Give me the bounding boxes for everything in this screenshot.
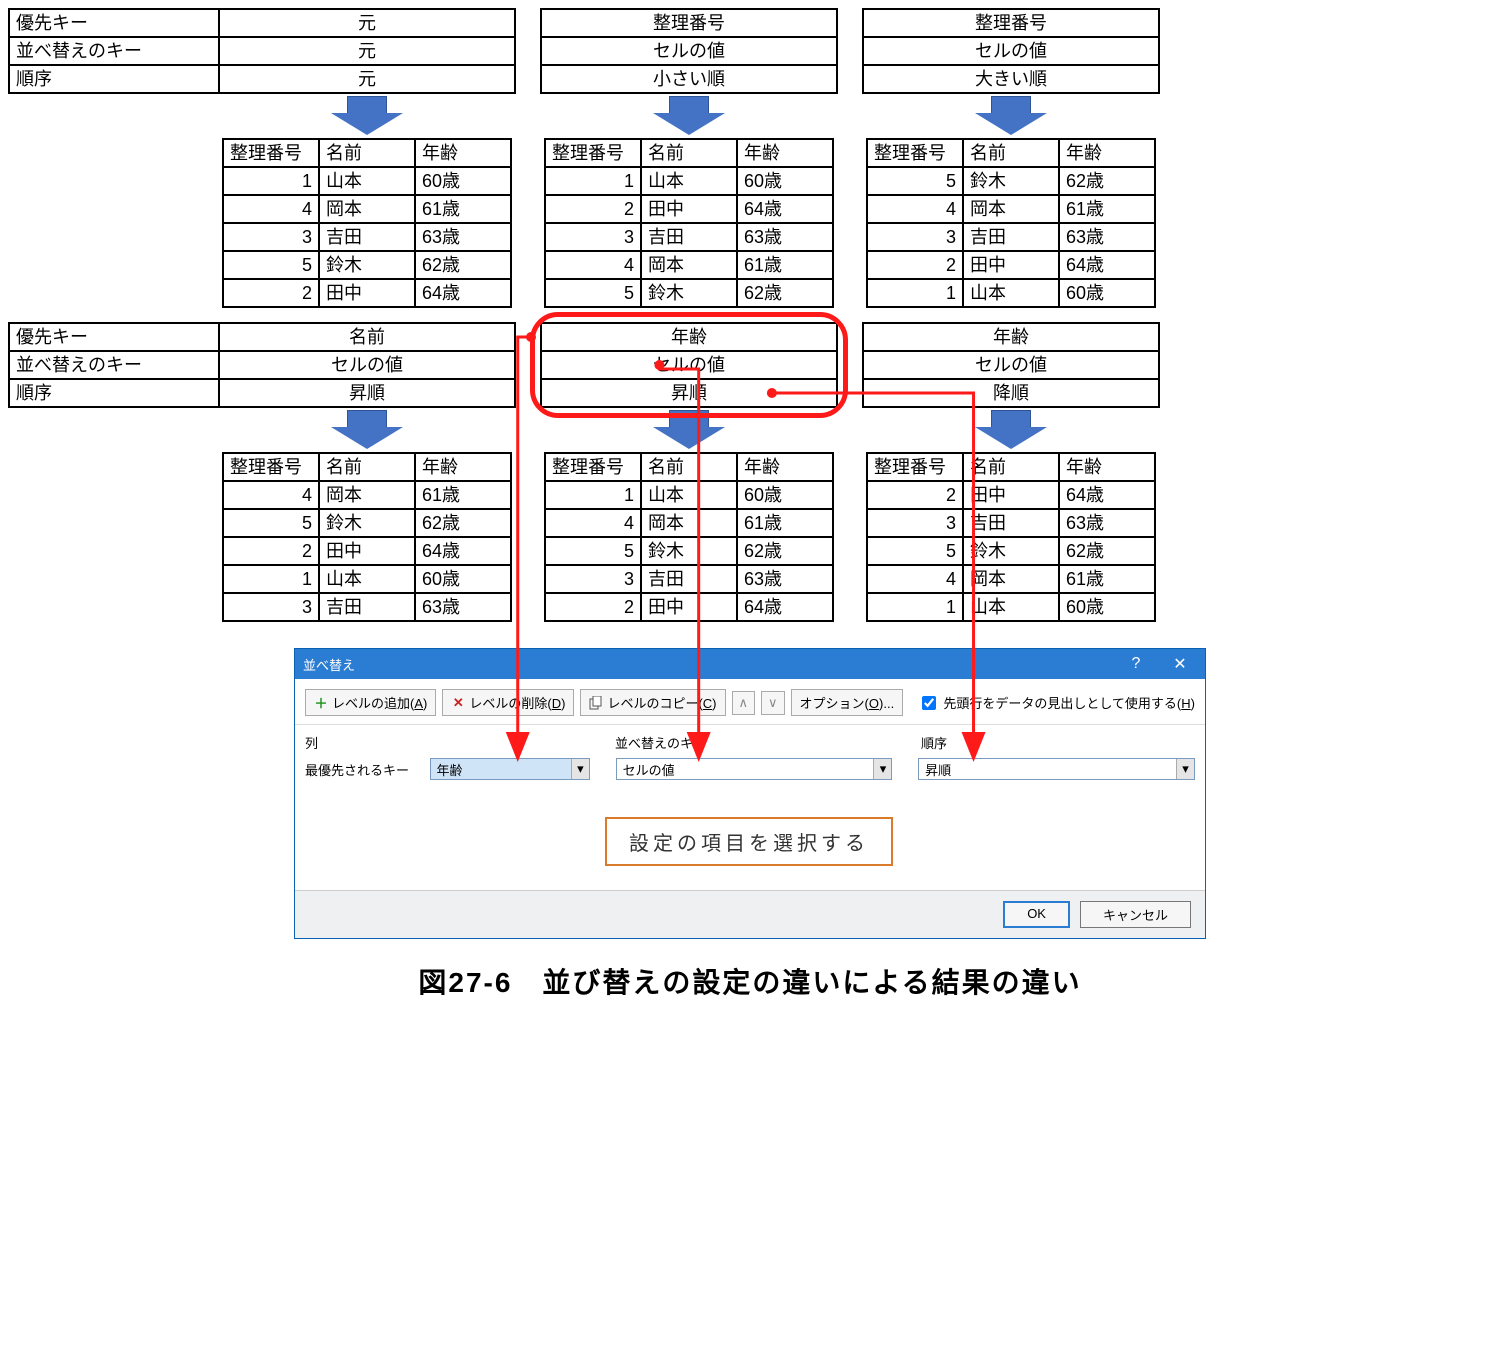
move-up-button[interactable]: ∧ xyxy=(732,691,756,715)
cancel-button[interactable]: キャンセル xyxy=(1080,901,1191,928)
chevron-up-icon: ∧ xyxy=(739,695,749,711)
dialog-toolbar: ＋ レベルの追加(A) ✕ レベルの削除(D) レベルのコピー(C) ∧ ∨ オ… xyxy=(295,679,1205,725)
add-level-button[interactable]: ＋ レベルの追加(A) xyxy=(305,689,436,716)
down-arrow-icon xyxy=(222,96,512,136)
dialog-titlebar: 並べ替え ? ✕ xyxy=(295,649,1205,679)
help-icon[interactable]: ? xyxy=(1119,651,1153,677)
config-table-highlighted: 年齢 セルの値 昇順 xyxy=(540,322,838,408)
down-arrow-icon xyxy=(653,96,725,136)
chevron-down-icon: ▾ xyxy=(571,759,589,779)
sort-key-label: 並べ替えのキー xyxy=(9,37,219,65)
priority-key-label: 優先キー xyxy=(9,9,219,37)
x-icon: ✕ xyxy=(451,696,465,710)
chevron-down-icon: ▾ xyxy=(1176,759,1194,779)
down-arrow-icon xyxy=(975,96,1047,136)
sort-key-combo[interactable]: セルの値▾ xyxy=(616,758,893,780)
figure-caption: 図27-6 並び替えの設定の違いによる結果の違い xyxy=(8,961,1492,1001)
priority-key-value: 元 xyxy=(219,9,515,37)
sort-order-combo[interactable]: 昇順▾ xyxy=(918,758,1195,780)
order-value: 元 xyxy=(219,65,515,93)
result-table: 整理番号名前年齢 1山本60歳 2田中64歳 3吉田63歳 4岡本61歳 5鈴木… xyxy=(544,138,834,308)
copy-level-button[interactable]: レベルのコピー(C) xyxy=(580,689,725,716)
dialog-title: 並べ替え xyxy=(303,655,355,674)
header-row-checkbox[interactable]: 先頭行をデータの見出しとして使用する(H) xyxy=(918,693,1195,713)
sort-dialog: 並べ替え ? ✕ ＋ レベルの追加(A) ✕ レベルの削除(D) レベルのコピー… xyxy=(294,648,1206,939)
ok-button[interactable]: OK xyxy=(1003,901,1070,928)
sort-column-combo[interactable]: 年齢▾ xyxy=(430,758,590,780)
dialog-columns-header: 列 並べ替えのキー 順序 xyxy=(305,733,1195,752)
result-table: 整理番号名前年齢 1山本60歳 4岡本61歳 5鈴木62歳 3吉田63歳 2田中… xyxy=(544,452,834,622)
callout-box: 設定の項目を選択する xyxy=(605,817,893,866)
config-table: 整理番号 セルの値 大きい順 xyxy=(862,8,1160,94)
config-table: 優先キー名前 並べ替えのキーセルの値 順序昇順 xyxy=(8,322,516,408)
primary-key-label: 最優先されるキー xyxy=(305,760,420,779)
down-arrow-icon xyxy=(975,410,1047,450)
result-table: 整理番号名前年齢 2田中64歳 3吉田63歳 5鈴木62歳 4岡本61歳 1山本… xyxy=(866,452,1156,622)
result-table: 整理番号名前年齢 5鈴木62歳 4岡本61歳 3吉田63歳 2田中64歳 1山本… xyxy=(866,138,1156,308)
header-row-checkbox-input[interactable] xyxy=(922,696,936,710)
down-arrow-icon xyxy=(222,410,512,450)
order-label: 順序 xyxy=(9,65,219,93)
result-table: 整理番号名前年齢 4岡本61歳 5鈴木62歳 2田中64歳 1山本60歳 3吉田… xyxy=(222,452,512,622)
chevron-down-icon: ∨ xyxy=(768,695,778,711)
sort-key-value: 元 xyxy=(219,37,515,65)
config-table: 整理番号 セルの値 小さい順 xyxy=(540,8,838,94)
down-arrow-icon xyxy=(653,410,725,450)
config-table: 年齢 セルの値 降順 xyxy=(862,322,1160,408)
result-table: 整理番号名前年齢 1山本60歳 4岡本61歳 3吉田63歳 5鈴木62歳 2田中… xyxy=(222,138,512,308)
plus-icon: ＋ xyxy=(314,696,328,710)
chevron-down-icon: ▾ xyxy=(873,759,891,779)
options-button[interactable]: オプション(O)... xyxy=(791,689,904,716)
config-table: 優先キー 元 並べ替えのキー 元 順序 元 xyxy=(8,8,516,94)
copy-icon xyxy=(589,696,603,710)
delete-level-button[interactable]: ✕ レベルの削除(D) xyxy=(442,689,574,716)
move-down-button[interactable]: ∨ xyxy=(761,691,785,715)
close-icon[interactable]: ✕ xyxy=(1163,651,1197,677)
